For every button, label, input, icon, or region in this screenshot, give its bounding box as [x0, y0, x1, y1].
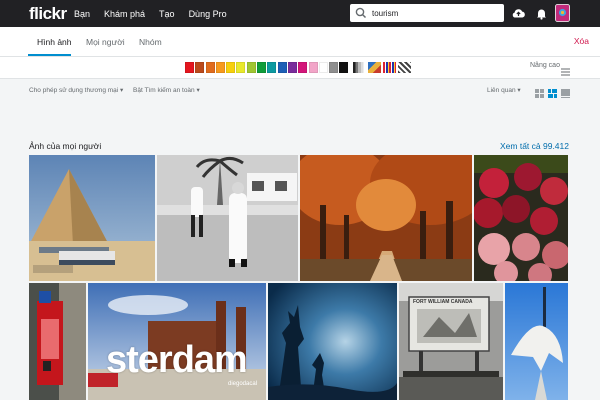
- sliders-icon[interactable]: [561, 63, 570, 76]
- cloud-upload-icon[interactable]: [511, 6, 526, 21]
- color-swatch-5[interactable]: [226, 62, 236, 73]
- photo-blue-storm-sky[interactable]: [268, 283, 397, 400]
- grid-large-icon[interactable]: [561, 85, 570, 98]
- active-tab-indicator: [28, 54, 71, 56]
- license-filter-dropdown[interactable]: Cho phép sử dụng thương mại ▾: [29, 86, 123, 94]
- tab-photos[interactable]: Hình ảnh: [37, 37, 72, 47]
- safe-search-dropdown[interactable]: Bật Tìm kiếm an toàn ▾: [133, 86, 200, 94]
- clear-button[interactable]: Xóa: [574, 36, 589, 46]
- color-swatch-11[interactable]: [287, 62, 297, 73]
- color-swatch-8[interactable]: [257, 62, 267, 73]
- search-type-tabs: Hình ảnh Mọi người Nhóm Xóa: [0, 27, 600, 57]
- photo-credit: diegodacal: [228, 381, 258, 387]
- sort-dropdown[interactable]: Liên quan ▾: [487, 86, 521, 94]
- see-all-link[interactable]: Xem tất cả 99.412: [500, 141, 569, 151]
- photo-monument-sky[interactable]: [505, 283, 568, 400]
- color-swatch-12[interactable]: [298, 62, 308, 73]
- color-swatches: [185, 62, 413, 73]
- nav-item-you[interactable]: Bạn: [74, 9, 90, 19]
- color-swatch-9[interactable]: [267, 62, 277, 73]
- color-swatch-7[interactable]: [246, 62, 256, 73]
- photo-pyramid[interactable]: [29, 155, 155, 281]
- nav-item-explore[interactable]: Khám phá: [104, 9, 145, 19]
- search-icon: [354, 6, 368, 20]
- flickr-logo[interactable]: flickr: [29, 4, 67, 24]
- minimalist-filter[interactable]: [382, 62, 396, 73]
- photo-red-phonebooth[interactable]: [29, 283, 86, 400]
- advanced-filter-label[interactable]: Nâng cao: [530, 62, 560, 69]
- grid-justified-icon[interactable]: [548, 85, 557, 98]
- sign-text: FORT WILLIAM CANADA: [413, 299, 473, 305]
- color-swatch-10[interactable]: [277, 62, 287, 73]
- color-filter-bar: Nâng cao: [0, 57, 600, 79]
- color-swatch-13[interactable]: [308, 62, 318, 73]
- photo-fort-william-sign[interactable]: FORT WILLIAM CANADA: [399, 283, 503, 400]
- photo-autumn-avenue[interactable]: [300, 155, 472, 281]
- license-filter-label: Cho phép sử dụng thương mại: [29, 87, 119, 94]
- black-white-filter[interactable]: [352, 62, 366, 73]
- section-title: Ảnh của mọi người: [29, 141, 102, 151]
- main-nav: Bạn Khám phá Tạo Dùng Pro: [74, 0, 241, 27]
- tab-people[interactable]: Mọi người: [86, 37, 125, 47]
- color-swatch-1[interactable]: [185, 62, 194, 73]
- photo-tourists-bw[interactable]: [157, 155, 298, 281]
- search-box[interactable]: [350, 4, 504, 22]
- bell-icon[interactable]: [534, 6, 549, 21]
- color-swatch-14[interactable]: [318, 62, 328, 73]
- photo-pomegranates[interactable]: [474, 155, 568, 281]
- color-swatch-6[interactable]: [236, 62, 246, 73]
- nav-item-create[interactable]: Tạo: [159, 9, 175, 19]
- color-swatch-2[interactable]: [195, 62, 205, 73]
- color-swatch-3[interactable]: [205, 62, 215, 73]
- grid-small-icon[interactable]: [535, 85, 544, 98]
- amsterdam-sign-text: sterdam: [106, 339, 248, 381]
- color-swatch-15[interactable]: [329, 62, 339, 73]
- nav-item-get-pro[interactable]: Dùng Pro: [189, 9, 227, 19]
- color-swatch-4[interactable]: [215, 62, 225, 73]
- patterns-filter[interactable]: [397, 62, 411, 73]
- safe-search-label: Bật Tìm kiếm an toàn: [133, 87, 195, 94]
- shallow-depth-filter[interactable]: [367, 62, 381, 73]
- avatar-icon[interactable]: [555, 4, 570, 22]
- photo-amsterdam-sign[interactable]: sterdam diegodacal: [88, 283, 266, 400]
- sort-label: Liên quan: [487, 87, 516, 94]
- search-input[interactable]: [368, 5, 488, 21]
- top-navigation-bar: flickr Bạn Khám phá Tạo Dùng Pro: [0, 0, 600, 27]
- tab-groups[interactable]: Nhóm: [139, 37, 162, 47]
- color-swatch-16[interactable]: [339, 62, 349, 73]
